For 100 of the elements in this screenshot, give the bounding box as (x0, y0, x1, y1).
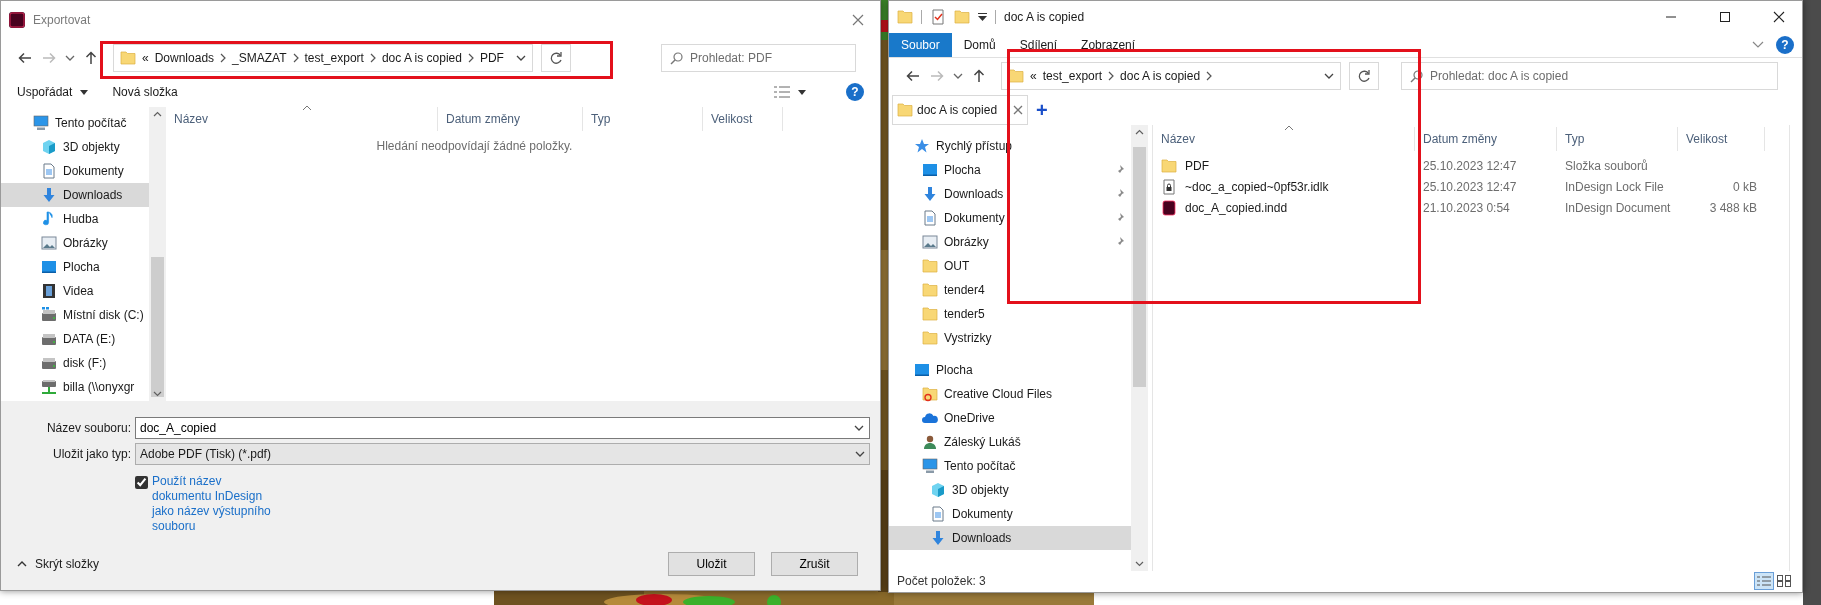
scroll-thumb[interactable] (1133, 146, 1146, 387)
sidebar-item[interactable]: DATA (E:) (1, 327, 116, 351)
image-icon (41, 235, 57, 251)
sidebar-item[interactable]: Tento počítač (1, 111, 127, 135)
sidebar-item[interactable]: Záleský Lukáš (889, 429, 1021, 454)
sidebar-item[interactable]: Obrázky (1, 231, 108, 255)
folder-tab[interactable]: doc A is copied (892, 94, 1029, 125)
caret-icon[interactable] (855, 451, 865, 457)
file-name[interactable]: doc_A_copied.indd (1185, 199, 1288, 218)
caret-icon[interactable] (516, 55, 526, 61)
scroll-thumb[interactable] (151, 257, 164, 397)
new-tab-button[interactable]: + (1036, 99, 1048, 120)
sidebar-item[interactable]: OUT (889, 253, 970, 278)
column-header[interactable]: Název (1153, 126, 1415, 151)
column-header[interactable]: Typ (583, 107, 703, 131)
tiles-view-icon (1777, 575, 1791, 588)
ribbon-tab[interactable]: Domů (951, 33, 1008, 57)
breadcrumb-item[interactable]: PDF (479, 49, 504, 67)
sidebar-item[interactable]: Dokumenty (889, 501, 1013, 526)
file-type-dropdown[interactable]: Adobe PDF (Tisk) (*.pdf) (135, 443, 870, 465)
cancel-button[interactable]: Zrušit (771, 552, 858, 576)
sidebar-item[interactable]: 3D objekty (1, 135, 120, 159)
properties-icon[interactable] (930, 9, 946, 25)
scrollbar[interactable] (1131, 124, 1148, 571)
expand-ribbon-icon[interactable] (1752, 41, 1764, 49)
refresh-button[interactable] (1349, 62, 1379, 91)
close-button[interactable] (852, 14, 864, 26)
table-cell-text: 25.10.2023 12:47 (1422, 179, 1518, 197)
sidebar-item[interactable]: tender4 (889, 277, 985, 302)
toolbar-button[interactable]: Nová složka (112, 83, 178, 101)
customize-caret-icon[interactable] (978, 13, 987, 21)
back-arrow-icon[interactable] (17, 50, 33, 66)
ribbon-tab[interactable]: Zobrazení (1069, 33, 1148, 57)
overflow-mark[interactable]: « (142, 49, 149, 67)
breadcrumb-item[interactable]: test_export (1042, 67, 1103, 86)
sidebar-item[interactable]: billa (\\onyxgr (1, 375, 135, 399)
sidebar-item[interactable]: Vystrizky (889, 325, 992, 350)
ribbon-tab[interactable]: Soubor (889, 33, 952, 57)
option-label[interactable]: Použít název dokumentu InDesign jako název výstupního souboru (152, 474, 274, 534)
caret-icon[interactable] (1324, 73, 1334, 80)
column-header[interactable]: Velikost (703, 107, 783, 131)
up-arrow-icon[interactable] (971, 68, 987, 85)
sidebar-item[interactable]: Plocha (1, 255, 100, 279)
caret-icon[interactable] (65, 55, 75, 61)
column-header[interactable]: Datum změny (438, 107, 583, 131)
breadcrumb-item[interactable]: doc A is copied (1120, 67, 1201, 86)
lock-file-icon (1161, 179, 1177, 196)
column-header[interactable]: Typ (1557, 126, 1678, 151)
search-field[interactable]: Prohledat: PDF (661, 44, 856, 72)
up-arrow-icon[interactable] (83, 50, 99, 66)
status-text: Počet položek: 3 (897, 573, 986, 591)
sidebar-item[interactable]: OneDrive (889, 405, 995, 430)
sidebar-item[interactable]: Plocha (889, 357, 973, 382)
breadcrumb-item[interactable]: Downloads (154, 49, 215, 67)
checkbox[interactable] (135, 476, 148, 489)
sidebar-item[interactable]: disk (F:) (1, 351, 107, 375)
toolbar-button[interactable]: Uspořádat (17, 83, 89, 101)
breadcrumb-item[interactable]: test_export (304, 49, 364, 67)
column-header[interactable]: Název (166, 107, 438, 131)
sidebar-item[interactable]: Tento počítač (889, 453, 1016, 478)
sidebar-item[interactable]: Obrázky (889, 229, 1131, 254)
close-tab-icon[interactable] (1013, 104, 1024, 115)
view-options-button[interactable] (774, 86, 806, 98)
caret-icon[interactable] (854, 425, 864, 431)
folder-icon (922, 281, 938, 298)
sidebar-item[interactable]: Creative Cloud Files (889, 381, 1053, 406)
sidebar-item[interactable]: Dokumenty (1, 159, 124, 183)
breadcrumb-item[interactable]: _SMAZAT (232, 49, 287, 67)
breadcrumb-item[interactable]: doc A is copied (381, 49, 462, 67)
chevron-icon (467, 53, 474, 63)
file-name[interactable]: ~doc_a_copied~0pf53r.idlk (1185, 178, 1329, 197)
sidebar-item[interactable]: tender5 (889, 301, 985, 326)
help-button[interactable]: ? (846, 83, 864, 101)
sidebar-item[interactable]: 3D objekty (889, 477, 1009, 502)
column-header[interactable]: Velikost (1678, 126, 1765, 151)
sidebar-item[interactable]: Hudba (1, 207, 99, 231)
address-bar[interactable]: « Downloads _SMAZAT test_export doc A is copied PDF (113, 44, 533, 72)
file-name[interactable]: PDF (1185, 157, 1209, 176)
sidebar-item[interactable]: Místní disk (C:) (1, 303, 144, 327)
caret-icon[interactable] (953, 73, 963, 80)
search-field[interactable]: Prohledat: doc A is copied (1401, 62, 1778, 91)
hide-folders-button[interactable]: Skrýt složky (17, 555, 99, 573)
sidebar-item[interactable]: Dokumenty (889, 205, 1131, 230)
save-button[interactable]: Uložit (668, 552, 755, 576)
refresh-button[interactable] (541, 44, 571, 72)
caret-icon[interactable] (80, 89, 89, 95)
sidebar-item[interactable]: Videa (1, 279, 94, 303)
ribbon-tab[interactable]: Sdílení (1007, 33, 1070, 57)
sidebar-item[interactable]: Downloads (1, 183, 149, 207)
sidebar-item[interactable]: Plocha (889, 157, 1131, 182)
help-button[interactable]: ? (1776, 36, 1794, 54)
column-header[interactable]: Datum změny (1415, 126, 1557, 151)
address-bar[interactable]: « test_export doc A is copied (1001, 62, 1341, 91)
overflow-mark[interactable]: « (1030, 67, 1037, 86)
file-name-field[interactable]: doc_A_copied (135, 417, 870, 439)
caret-icon[interactable] (798, 89, 806, 95)
table-cell-text: 3 488 kB (1708, 200, 1758, 218)
sidebar-item[interactable]: Downloads (889, 181, 1131, 206)
scrollbar[interactable] (149, 107, 166, 401)
sidebar-item[interactable]: Downloads (889, 525, 1131, 550)
